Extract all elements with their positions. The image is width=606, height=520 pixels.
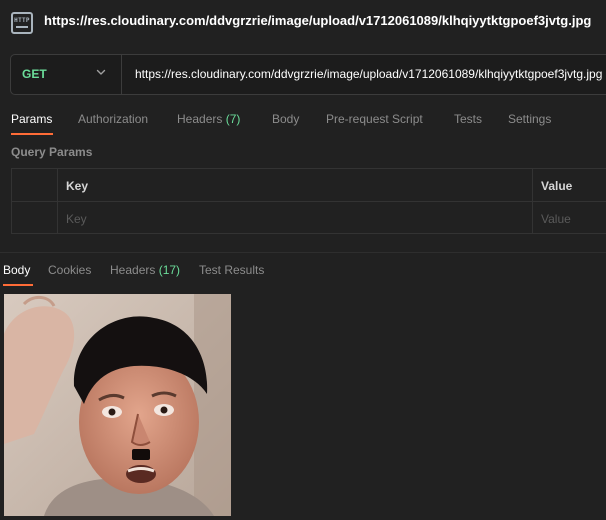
tab-label: Headers — [177, 112, 223, 126]
method-select[interactable]: GET — [22, 67, 47, 81]
headers-count-badge: (7) — [225, 112, 241, 126]
column-label-value: Value — [541, 179, 573, 193]
tab-headers[interactable]: Headers (7) — [177, 112, 240, 126]
key-input-cell[interactable]: Key — [57, 202, 533, 234]
column-label-key: Key — [66, 179, 89, 193]
tab-settings[interactable]: Settings — [508, 112, 551, 126]
url-divider — [121, 55, 122, 94]
response-tab-cookies[interactable]: Cookies — [48, 263, 91, 277]
tab-label: Cookies — [48, 263, 92, 277]
request-title-row: HTTP https://res.cloudinary.com/ddvgrzri… — [0, 0, 606, 44]
query-params-heading: Query Params — [11, 145, 93, 159]
tab-label: Body — [3, 263, 31, 277]
tab-pre-request-script[interactable]: Pre-request Script — [326, 112, 423, 126]
table-row: Key Value — [12, 202, 606, 234]
response-tab-headers[interactable]: Headers (17) — [110, 263, 180, 277]
active-tab-indicator — [11, 133, 53, 135]
response-photo — [4, 294, 231, 516]
tab-label: Test Results — [199, 263, 265, 277]
response-tabs: Body Cookies Headers (17) Test Results — [0, 259, 606, 286]
checkbox-column-header — [12, 169, 58, 201]
tab-label: Tests — [454, 112, 483, 126]
http-icon-label: HTTP — [14, 17, 30, 24]
table-header-row: Key Value — [12, 169, 606, 202]
response-image-preview — [4, 294, 231, 516]
url-input[interactable]: https://res.cloudinary.com/ddvgrzrie/ima… — [135, 67, 602, 81]
tab-body[interactable]: Body — [272, 112, 299, 126]
tab-tests[interactable]: Tests — [454, 112, 482, 126]
value-input-cell[interactable]: Value — [532, 202, 606, 234]
chevron-down-icon[interactable] — [95, 66, 107, 78]
response-tab-test-results[interactable]: Test Results — [199, 263, 264, 277]
tab-label: Settings — [508, 112, 552, 126]
value-column-header: Value — [532, 169, 606, 201]
tab-authorization[interactable]: Authorization — [78, 112, 148, 126]
request-tabs: Params Authorization Headers (7) Body Pr… — [0, 108, 606, 135]
tab-label: Authorization — [78, 112, 149, 126]
tab-label: Body — [272, 112, 300, 126]
row-checkbox-cell — [12, 202, 58, 234]
active-response-tab-indicator — [3, 284, 33, 286]
tab-label: Pre-request Script — [326, 112, 423, 126]
tab-params[interactable]: Params — [11, 112, 52, 126]
response-headers-count-badge: (17) — [158, 263, 181, 277]
response-divider[interactable] — [0, 252, 606, 253]
tab-label: Params — [11, 112, 53, 126]
http-request-icon: HTTP — [11, 12, 33, 34]
query-params-table: Key Value Key Value — [11, 168, 606, 234]
key-column-header: Key — [57, 169, 533, 201]
response-tab-body[interactable]: Body — [3, 263, 30, 277]
postman-request-window: HTTP https://res.cloudinary.com/ddvgrzri… — [0, 0, 606, 520]
key-placeholder: Key — [66, 212, 87, 226]
tab-label: Headers — [110, 263, 156, 277]
value-placeholder: Value — [541, 212, 571, 226]
url-bar: GET https://res.cloudinary.com/ddvgrzrie… — [10, 54, 606, 95]
request-title[interactable]: https://res.cloudinary.com/ddvgrzrie/ima… — [44, 13, 591, 28]
